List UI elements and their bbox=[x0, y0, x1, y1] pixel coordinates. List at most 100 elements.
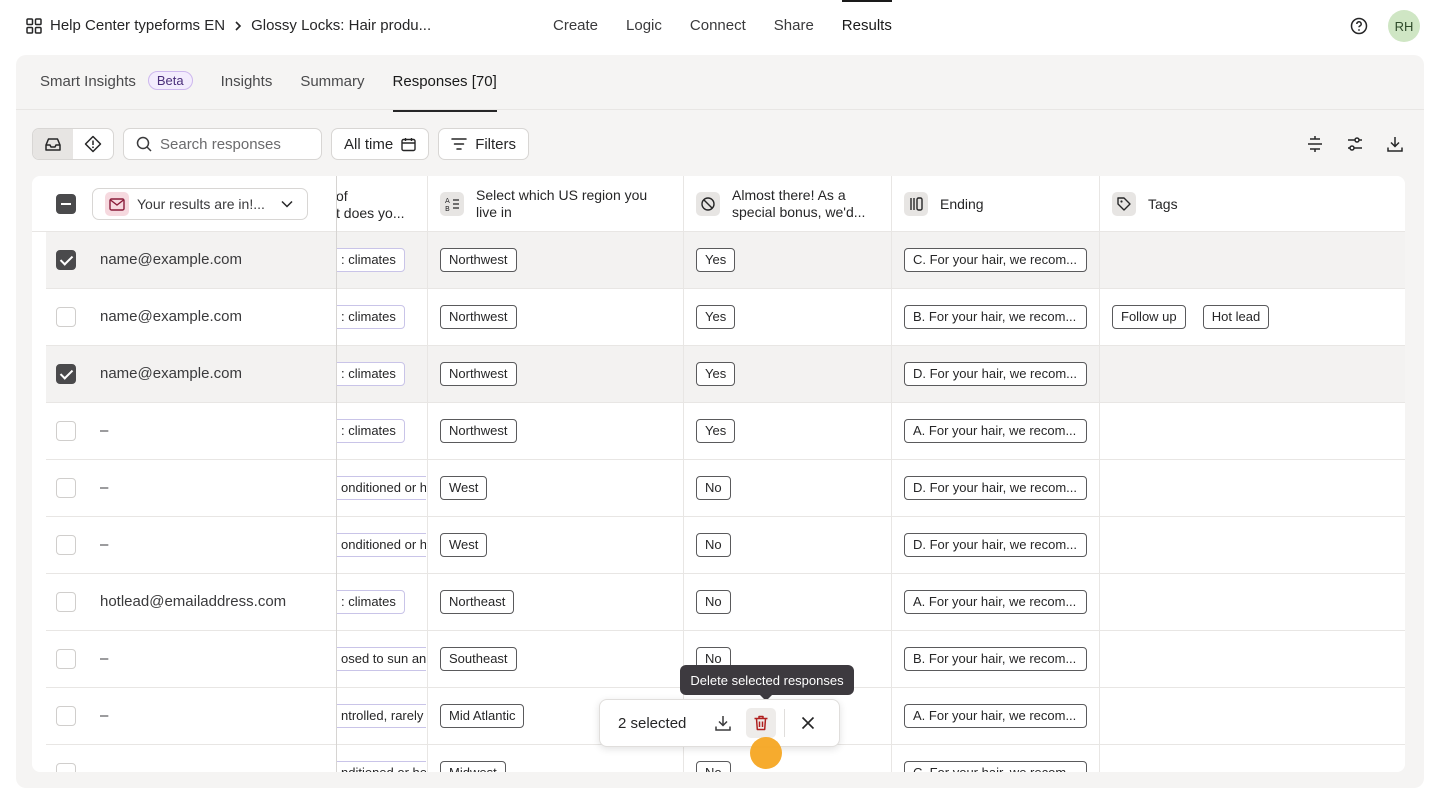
selection-action-bar: 2 selected bbox=[599, 699, 840, 747]
bonus-pill: No bbox=[696, 476, 731, 500]
region-pill: Northwest bbox=[440, 305, 517, 329]
nav-connect[interactable]: Connect bbox=[690, 17, 746, 34]
row-checkbox[interactable] bbox=[56, 478, 76, 498]
header-region-column[interactable]: AB Select which US region you live in bbox=[440, 176, 680, 232]
tab-summary[interactable]: Summary bbox=[300, 73, 364, 111]
table-row[interactable]: – onditioned or he West No D. For your hair,… bbox=[46, 517, 1405, 574]
partial-answer-pill: : climates bbox=[336, 305, 405, 329]
bonus-pill: Yes bbox=[696, 362, 736, 386]
tag-icon bbox=[1117, 197, 1131, 211]
row-checkbox[interactable] bbox=[56, 649, 76, 669]
tab-smart-insights[interactable]: Smart Insights Beta bbox=[40, 71, 193, 111]
nav-create[interactable]: Create bbox=[553, 17, 598, 34]
row-checkbox[interactable] bbox=[56, 706, 76, 726]
first-column-dropdown[interactable]: Your results are in!... bbox=[92, 188, 308, 220]
tab-insights[interactable]: Insights bbox=[221, 73, 273, 111]
main-nav: Create Logic Connect Share Results bbox=[553, 0, 920, 34]
partial-answer-pill: nditioned or he bbox=[336, 761, 426, 772]
row-checkbox[interactable] bbox=[56, 364, 76, 384]
column-settings-icon[interactable] bbox=[1346, 135, 1364, 153]
date-filter-button[interactable]: All time bbox=[331, 128, 430, 160]
inbox-view-button[interactable] bbox=[33, 129, 73, 159]
grid-icon[interactable] bbox=[26, 17, 42, 34]
download-selected-button[interactable] bbox=[708, 708, 738, 738]
row-checkbox[interactable] bbox=[56, 535, 76, 555]
row-checkbox[interactable] bbox=[56, 592, 76, 612]
download-icon[interactable] bbox=[1386, 135, 1404, 153]
row-email: name@example.com bbox=[100, 251, 242, 268]
bonus-pill: No bbox=[696, 590, 731, 614]
mail-icon-badge bbox=[105, 192, 129, 216]
tab-responses[interactable]: Responses [70] bbox=[392, 73, 497, 112]
row-height-icon[interactable] bbox=[1306, 135, 1324, 153]
table-row[interactable]: hotlead@emailaddress.com: climates Northe… bbox=[46, 574, 1405, 631]
table-row[interactable]: name@example.com: climates Northwest Yes B.… bbox=[46, 289, 1405, 346]
search-input[interactable]: Search responses bbox=[123, 128, 322, 160]
ending-pill: A. For your hair, we recom... bbox=[904, 704, 1087, 728]
header-bonus-line2: special bonus, we'd... bbox=[732, 204, 866, 220]
action-bar-separator bbox=[784, 709, 785, 737]
filters-button[interactable]: Filters bbox=[438, 128, 530, 160]
ending-pill: A. For your hair, we recom... bbox=[904, 419, 1087, 443]
delete-selected-button[interactable] bbox=[746, 708, 776, 738]
click-indicator bbox=[750, 737, 782, 769]
partial-answer-pill: onditioned or he bbox=[336, 476, 426, 500]
row-email: – bbox=[100, 536, 109, 553]
header-ending-column[interactable]: Ending bbox=[904, 176, 1094, 232]
column-divider bbox=[1099, 176, 1100, 772]
header-partial-column[interactable]: of t does yo... bbox=[336, 176, 426, 232]
row-checkbox[interactable] bbox=[56, 250, 76, 270]
row-checkbox[interactable] bbox=[56, 763, 76, 772]
row-checkbox[interactable] bbox=[56, 307, 76, 327]
region-pill: West bbox=[440, 533, 488, 557]
table-row[interactable]: –: climates Northwest Yes A. For your hair,… bbox=[46, 403, 1405, 460]
region-pill: Mid Atlantic bbox=[440, 704, 525, 728]
ending-pill: C. For your hair, we recom... bbox=[904, 248, 1087, 272]
header-tags-column[interactable]: Tags bbox=[1112, 176, 1312, 232]
help-icon[interactable] bbox=[1350, 17, 1368, 35]
selected-count: 2 selected bbox=[618, 714, 687, 732]
select-all-checkbox[interactable] bbox=[56, 194, 76, 214]
partial-answer-pill: : climates bbox=[336, 248, 405, 272]
partial-cell: ntrolled, rarely e bbox=[336, 688, 426, 744]
partial-cell: onditioned or he bbox=[336, 460, 426, 516]
table-row[interactable]: name@example.com: climates Northwest Yes D.… bbox=[46, 346, 1405, 403]
indeterminate-mark bbox=[61, 203, 71, 205]
responses-toolbar: Search responses All time Filters bbox=[32, 128, 530, 160]
bonus-pill: No bbox=[696, 761, 731, 772]
trash-icon bbox=[754, 715, 768, 731]
table-row[interactable]: – onditioned or he West No D. For your hair,… bbox=[46, 460, 1405, 517]
sort-az-icon: AB bbox=[445, 197, 459, 212]
partial-cell: : climates bbox=[336, 232, 426, 288]
row-checkbox[interactable] bbox=[56, 421, 76, 441]
table-tools bbox=[1306, 135, 1404, 153]
calendar-icon bbox=[401, 137, 416, 151]
bonus-pill: Yes bbox=[696, 419, 736, 443]
tag-pill[interactable]: Hot lead bbox=[1202, 305, 1270, 329]
tag-pill[interactable]: Follow up bbox=[1112, 305, 1186, 329]
nav-share[interactable]: Share bbox=[774, 17, 814, 34]
bonus-pill: Yes bbox=[696, 305, 736, 329]
header-partial-line1: of bbox=[336, 188, 348, 204]
breadcrumb-workspace[interactable]: Help Center typeforms EN bbox=[50, 17, 225, 34]
nav-results[interactable]: Results bbox=[841, 0, 892, 34]
ending-pill: D. For your hair, we recom... bbox=[904, 533, 1087, 557]
nav-logic[interactable]: Logic bbox=[626, 17, 662, 34]
sort-az-icon-badge: AB bbox=[440, 192, 464, 216]
svg-text:B: B bbox=[445, 205, 450, 212]
ending-icon-badge bbox=[904, 192, 928, 216]
beta-badge: Beta bbox=[147, 71, 193, 90]
avatar[interactable]: RH bbox=[1388, 10, 1420, 42]
insights-view-button[interactable] bbox=[73, 129, 113, 159]
table-row[interactable]: name@example.com: climates Northwest Yes C.… bbox=[46, 232, 1405, 289]
breadcrumb-form[interactable]: Glossy Locks: Hair produ... bbox=[251, 17, 431, 34]
tag-icon-badge bbox=[1112, 192, 1136, 216]
header-bonus-column[interactable]: Almost there! As a special bonus, we'd..… bbox=[696, 176, 886, 232]
partial-answer-pill: : climates bbox=[336, 362, 405, 386]
ending-pill: A. For your hair, we recom... bbox=[904, 590, 1087, 614]
region-pill: Northwest bbox=[440, 419, 517, 443]
table-row[interactable]: nditioned or he Midwest No C. For your hair… bbox=[46, 745, 1405, 772]
ending-pill: B. For your hair, we recom... bbox=[904, 305, 1087, 329]
bonus-pill: Yes bbox=[696, 248, 736, 272]
clear-selection-button[interactable] bbox=[793, 708, 823, 738]
